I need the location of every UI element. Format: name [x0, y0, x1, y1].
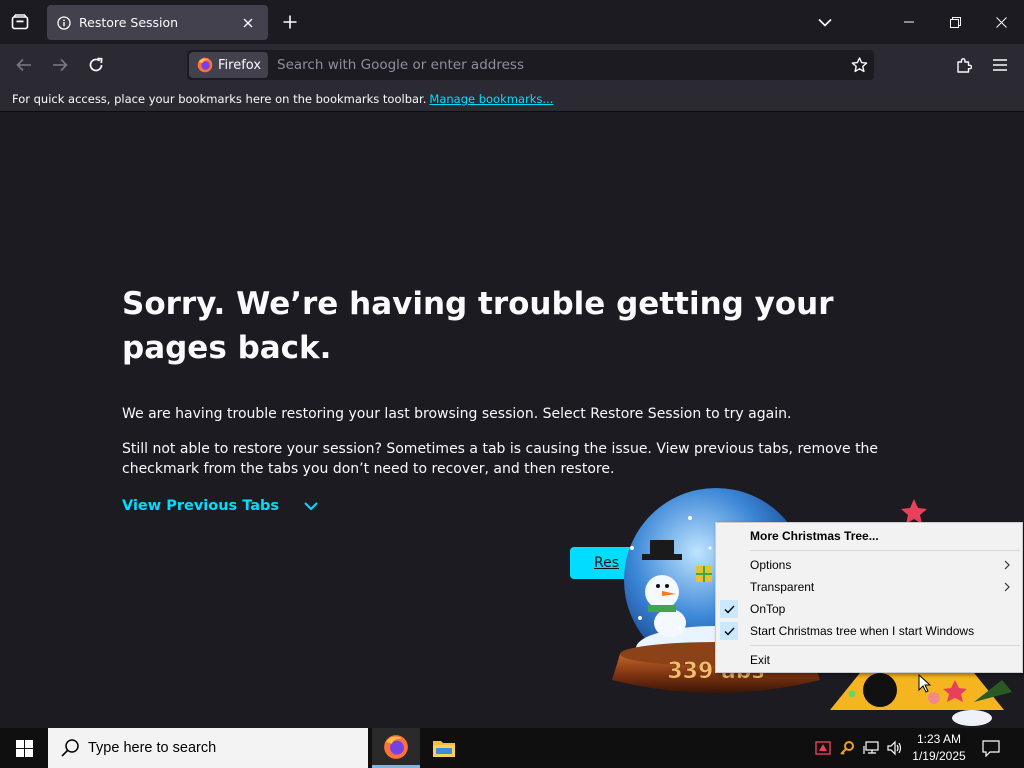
- hamburger-menu-icon: [993, 59, 1007, 71]
- menu-item-options[interactable]: Options: [716, 554, 1022, 576]
- taskbar-file-explorer-button[interactable]: [420, 728, 468, 768]
- windows-logo-icon: [15, 739, 33, 757]
- page-title: Sorry. We’re having trouble getting your…: [122, 286, 834, 366]
- puzzle-icon: [957, 58, 972, 73]
- menu-item-label: Start Christmas tree when I start Window…: [750, 624, 975, 638]
- submenu-arrow-icon: [1004, 560, 1010, 570]
- back-button[interactable]: [8, 49, 40, 81]
- start-button[interactable]: [0, 728, 48, 768]
- menu-item-label: Options: [750, 558, 792, 572]
- menu-item-ontop[interactable]: OnTop: [716, 598, 1022, 620]
- minimize-button[interactable]: [886, 0, 932, 44]
- firefox-logo-icon: [197, 57, 213, 73]
- url-bar[interactable]: Firefox: [187, 50, 874, 80]
- volume-icon: [887, 740, 902, 756]
- tray-key-icon[interactable]: [836, 728, 858, 768]
- taskbar-clock[interactable]: 1:23 AM 1/19/2025: [907, 731, 971, 765]
- key-icon: [840, 741, 854, 755]
- mouse-cursor-icon: [918, 674, 931, 693]
- taskbar-firefox-button[interactable]: [372, 728, 420, 768]
- close-window-button[interactable]: [978, 0, 1024, 44]
- folder-icon: [433, 741, 455, 757]
- star-icon: [851, 57, 867, 73]
- error-long-description: Still not able to restore your session? …: [122, 441, 879, 477]
- submenu-arrow-icon: [1004, 582, 1010, 592]
- forward-button[interactable]: [44, 49, 76, 81]
- address-input[interactable]: [268, 57, 844, 73]
- network-icon: [863, 741, 879, 754]
- taskbar-search-placeholder: Type here to search: [88, 740, 217, 756]
- close-window-icon: [995, 16, 1007, 28]
- menu-item-transparent[interactable]: Transparent: [716, 576, 1022, 598]
- menu-item-label: OnTop: [750, 602, 786, 616]
- bookmarks-toolbar: For quick access, place your bookmarks h…: [0, 86, 1024, 112]
- search-icon: [61, 739, 79, 757]
- firefox-view-button[interactable]: [0, 0, 40, 44]
- clock-date: 1/19/2025: [912, 749, 966, 763]
- menu-item-exit[interactable]: Exit: [716, 649, 1022, 671]
- plus-icon: [283, 15, 297, 29]
- view-previous-tabs-button[interactable]: View Previous Tabs: [122, 498, 319, 514]
- checkmark-icon: [720, 622, 738, 640]
- menu-separator: [750, 645, 1020, 646]
- identity-box[interactable]: Firefox: [189, 52, 269, 78]
- extensions-button[interactable]: [948, 49, 980, 81]
- tray-network-icon[interactable]: [860, 728, 882, 768]
- manage-bookmarks-link[interactable]: Manage bookmarks...: [429, 92, 553, 106]
- bookmark-star-button[interactable]: [844, 50, 874, 80]
- tab-title: Restore Session: [79, 15, 179, 30]
- windows-taskbar: Type here to search 1:23 AM 1/19/2025: [0, 728, 1024, 768]
- checkmark-icon: [720, 600, 738, 618]
- view-previous-tabs-label: View Previous Tabs: [122, 498, 280, 514]
- menu-item-label: Transparent: [750, 580, 815, 594]
- firefox-view-icon: [11, 14, 29, 30]
- taskbar-search-box[interactable]: Type here to search: [48, 728, 368, 768]
- bookmarks-empty-message: For quick access, place your bookmarks h…: [12, 91, 427, 106]
- tray-volume-icon[interactable]: [884, 728, 906, 768]
- app-menu-button[interactable]: [984, 49, 1016, 81]
- restore-window-button[interactable]: [932, 0, 978, 44]
- arrow-left-icon: [16, 58, 31, 72]
- list-all-tabs-button[interactable]: [813, 10, 837, 34]
- action-center-button[interactable]: [976, 728, 1006, 768]
- chevron-down-icon: [304, 502, 318, 511]
- menu-separator: [750, 550, 1020, 551]
- tray-context-menu: More Christmas Tree... Options Transpare…: [715, 522, 1023, 673]
- arrow-right-icon: [53, 58, 68, 72]
- minimize-icon: [904, 21, 914, 23]
- notification-icon: [982, 739, 1000, 757]
- menu-item-more-christmas-tree[interactable]: More Christmas Tree...: [716, 525, 1022, 547]
- identity-label: Firefox: [218, 57, 262, 73]
- restore-window-icon: [949, 16, 961, 28]
- tab-strip: Restore Session: [0, 0, 1024, 44]
- reload-button[interactable]: [80, 49, 112, 81]
- error-description: We are having trouble restoring your las…: [122, 406, 792, 422]
- chevron-down-icon: [818, 18, 832, 27]
- info-icon: [57, 15, 71, 30]
- menu-item-label: Exit: [750, 653, 771, 667]
- clock-time: 1:23 AM: [916, 732, 962, 746]
- tray-christmas-tree-icon[interactable]: [812, 728, 834, 768]
- menu-item-start-with-windows[interactable]: Start Christmas tree when I start Window…: [716, 620, 1022, 642]
- close-icon: [243, 18, 253, 27]
- menu-item-label: More Christmas Tree...: [750, 529, 879, 543]
- navigation-toolbar: Firefox: [0, 44, 1024, 86]
- reload-icon: [89, 57, 103, 72]
- tab-close-button[interactable]: [240, 15, 256, 31]
- firefox-logo-icon: [384, 734, 408, 759]
- new-tab-button[interactable]: [278, 10, 302, 34]
- christmas-tree-tray-icon: [815, 741, 831, 755]
- tab-restore-session[interactable]: Restore Session: [47, 5, 268, 40]
